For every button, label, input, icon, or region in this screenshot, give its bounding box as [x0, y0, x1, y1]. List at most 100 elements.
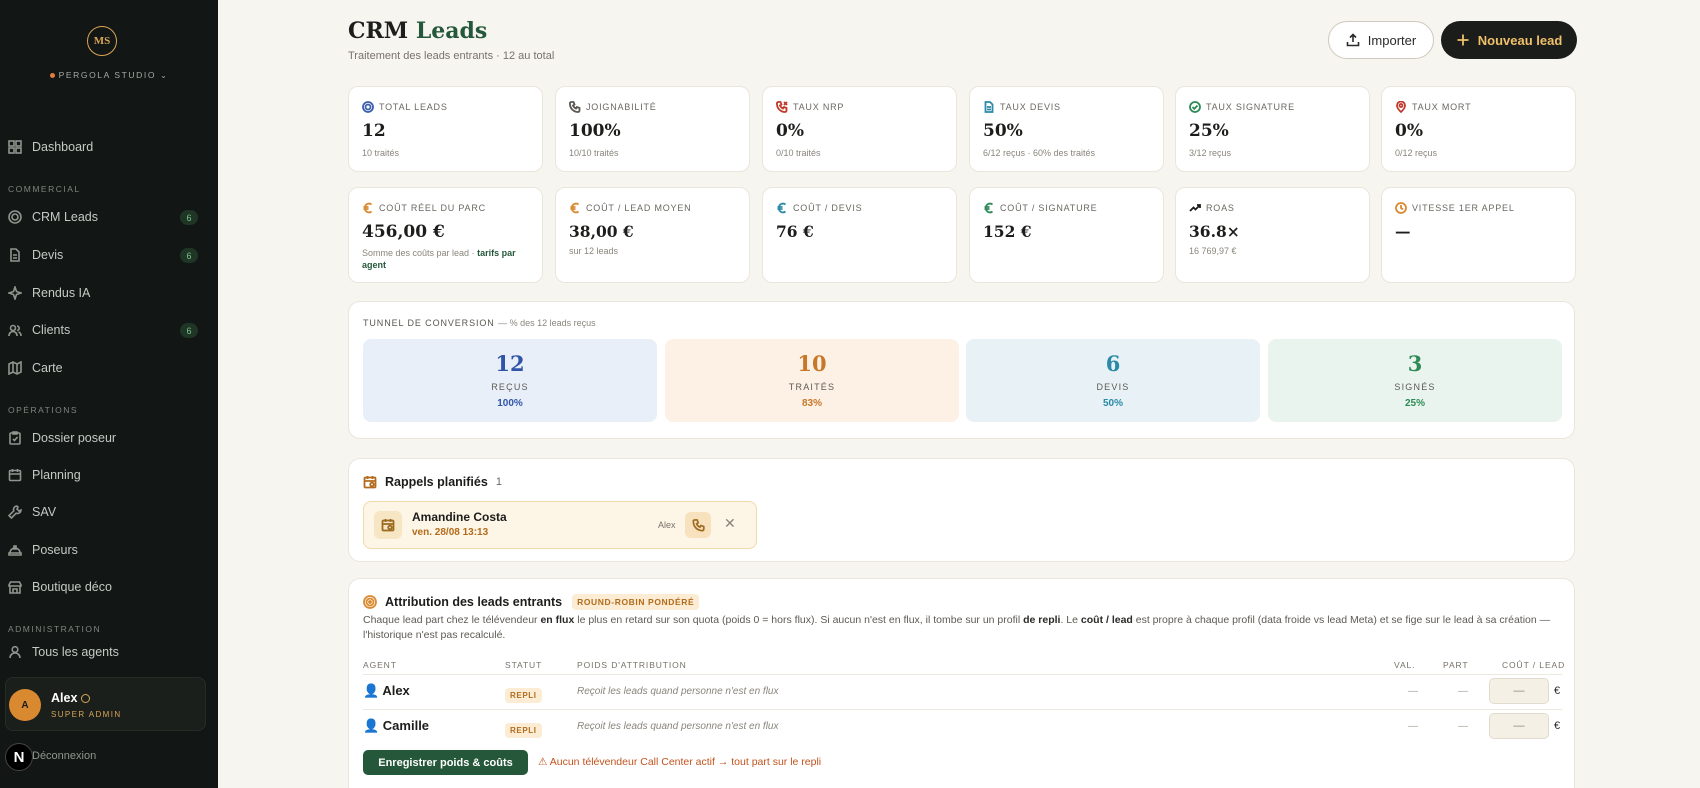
save-weights-button[interactable]: Enregistrer poids & coûts	[363, 750, 528, 775]
section-label-operations: OPÉRATIONS	[8, 405, 79, 415]
funnel-title-text: TUNNEL DE CONVERSION	[363, 318, 495, 328]
desc-bold: en flux	[540, 614, 575, 626]
wrench-icon	[8, 505, 22, 519]
sidebar-item-sav[interactable]: SAV	[8, 497, 200, 527]
sidebar-item-dossier-poseur[interactable]: Dossier poseur	[8, 423, 200, 453]
page-title: CRM Leads	[348, 18, 487, 44]
poids-text: Reçoit les leads quand personne n'est en…	[577, 686, 779, 697]
sparkle-icon	[8, 286, 22, 300]
kpi-value: 36.8×	[1189, 222, 1240, 241]
col-header-statut: STATUT	[505, 660, 543, 670]
kpi-card-taux-mort: TAUX MORT 0% 0/12 reçus	[1381, 86, 1576, 172]
kpi-card-taux-devis: TAUX DEVIS 50% 6/12 reçus · 60% des trai…	[969, 86, 1164, 172]
hardhat-icon	[8, 543, 22, 557]
funnel-percent: 83%	[801, 398, 822, 409]
sidebar-item-label: Planning	[32, 468, 81, 482]
target-icon	[363, 595, 377, 609]
kpi-card-total-leads: TOTAL LEADS 12 10 traités	[348, 86, 543, 172]
user-name: Alex	[51, 691, 78, 705]
sidebar-item-rendus-ia[interactable]: Rendus IA	[8, 278, 200, 308]
kpi-card-roas: ROAS 36.8× 16 769,97 €	[1175, 187, 1370, 283]
funnel-label: SIGNÉS	[1394, 382, 1436, 392]
funnel-stage-signes: 3 SIGNÉS 25%	[1268, 339, 1562, 422]
cost-input[interactable]: —	[1489, 678, 1549, 704]
n-logo-icon[interactable]: N	[5, 743, 33, 771]
grid-icon	[8, 140, 22, 154]
kpi-card-cout-reel-parc: COÛT RÉEL DU PARC 456,00 € Somme des coû…	[348, 187, 543, 283]
import-button[interactable]: Importer	[1328, 21, 1434, 59]
kpi-value: 76 €	[776, 222, 814, 241]
divider	[363, 709, 1562, 710]
brand-logo[interactable]: MS	[87, 26, 117, 56]
funnel-percent: 100%	[497, 398, 523, 409]
funnel-value: 6	[1105, 351, 1121, 376]
kpi-value: 12	[362, 121, 386, 141]
kpi-sub: 6/12 reçus · 60% des traités	[983, 148, 1096, 158]
kpi-value: 50%	[983, 121, 1023, 141]
user-role: SUPER ADMIN	[51, 710, 122, 719]
new-lead-label: Nouveau lead	[1477, 32, 1563, 48]
sidebar-item-label: Devis	[32, 248, 64, 262]
kpi-label: TAUX MORT	[1412, 102, 1472, 112]
shop-icon	[8, 580, 22, 594]
studio-switcher[interactable]: PERGOLA STUDIO ⌄	[0, 70, 218, 80]
kpi-value: 100%	[569, 121, 621, 141]
calendar-clock-icon	[363, 476, 377, 489]
col-header-val: VAL.	[1394, 660, 1416, 670]
sidebar-item-poseurs[interactable]: Poseurs	[8, 535, 200, 565]
sidebar: MS PERGOLA STUDIO ⌄ Dashboard COMMERCIAL …	[0, 0, 218, 788]
euro-icon	[984, 202, 994, 214]
sidebar-item-label: Tous les agents	[32, 645, 119, 659]
chevron-down-icon: ⌄	[160, 71, 169, 80]
new-lead-button[interactable]: Nouveau lead	[1441, 21, 1577, 59]
sidebar-item-boutique-deco[interactable]: Boutique déco	[8, 572, 200, 602]
logout-link[interactable]: Déconnexion	[32, 750, 96, 762]
kpi-value: 38,00 €	[569, 222, 634, 241]
kpi-card-joignabilite: JOIGNABILITÉ 100% 10/10 traités	[555, 86, 750, 172]
studio-name: PERGOLA STUDIO	[58, 70, 157, 80]
kpi-card-cout-devis: COÛT / DEVIS 76 €	[762, 187, 957, 283]
kpi-value: 152 €	[983, 222, 1032, 241]
kpi-label: ROAS	[1206, 203, 1235, 213]
phone-icon	[569, 101, 581, 113]
sidebar-item-label: Carte	[32, 361, 63, 375]
phone-icon	[692, 518, 705, 531]
section-label-commercial: COMMERCIAL	[8, 184, 81, 194]
rappel-card[interactable]: Amandine Costa ven. 28/08 13:13 Alex ✕	[363, 501, 757, 549]
sidebar-item-planning[interactable]: Planning	[8, 460, 200, 490]
funnel-label: DEVIS	[1096, 382, 1130, 392]
rappels-panel: Rappels planifiés 1 Amandine Costa ven. 2…	[348, 458, 1575, 562]
col-header-cout: COÛT / LEAD	[1502, 660, 1566, 670]
attribution-title: Attribution des leads entrants ROUND-ROBI…	[363, 594, 700, 610]
col-header-agent: AGENT	[363, 660, 397, 670]
page-subtitle: Traitement des leads entrants · 12 au to…	[348, 50, 555, 62]
sidebar-item-devis[interactable]: Devis 6	[8, 240, 200, 270]
section-label-administration: ADMINISTRATION	[8, 624, 102, 634]
currency-label: €	[1554, 685, 1561, 697]
sidebar-item-crm-leads[interactable]: CRM Leads 6	[8, 202, 200, 232]
user-icon	[8, 645, 22, 659]
poids-text: Reçoit les leads quand personne n'est en…	[577, 721, 779, 732]
sidebar-item-dashboard[interactable]: Dashboard	[8, 132, 200, 162]
divider	[363, 674, 1562, 675]
user-card[interactable]: A Alex SUPER ADMIN	[5, 677, 206, 731]
target-icon	[362, 101, 374, 113]
kpi-label: JOIGNABILITÉ	[586, 102, 657, 112]
kpi-label: VITESSE 1ER APPEL	[1412, 203, 1515, 213]
kpi-label: COÛT / LEAD MOYEN	[586, 203, 692, 213]
cost-input[interactable]: —	[1489, 713, 1549, 739]
kpi-label: COÛT RÉEL DU PARC	[379, 203, 486, 213]
sidebar-item-clients[interactable]: Clients 6	[8, 315, 200, 345]
trend-up-icon	[1189, 204, 1201, 212]
kpi-value: 456,00 €	[362, 222, 445, 242]
sidebar-item-label: Boutique déco	[32, 580, 112, 594]
close-icon[interactable]: ✕	[724, 515, 736, 532]
desc-part: le plus en retard sur son quota (poids 0…	[574, 614, 1024, 626]
sidebar-item-carte[interactable]: Carte	[8, 353, 200, 383]
sidebar-item-tous-les-agents[interactable]: Tous les agents	[8, 642, 200, 662]
call-button[interactable]	[685, 512, 711, 538]
kpi-sub: 16 769,97 €	[1189, 246, 1237, 256]
part-value: —	[1458, 721, 1468, 732]
attribution-description: Chaque lead part chez le télévendeur en …	[363, 613, 1563, 643]
status-dot	[49, 73, 55, 79]
